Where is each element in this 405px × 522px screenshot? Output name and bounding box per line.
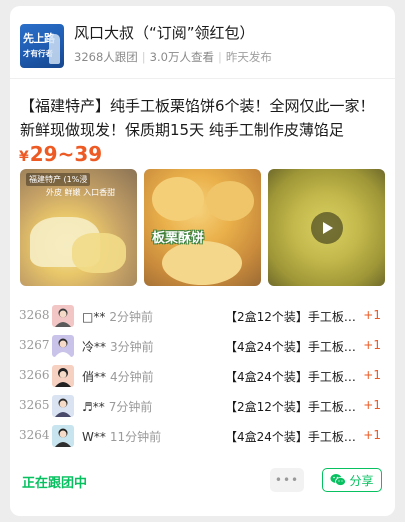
price-value: 29~39 <box>29 142 103 166</box>
order-number: 3266 <box>19 368 50 382</box>
share-button[interactable]: 分享 <box>322 468 382 492</box>
order-item: 【2盒12个装】手工板栗饼 <box>225 400 361 414</box>
product-image-1[interactable]: 福建特产 (1%浸 外皮 鲜嫩 入口香甜 <box>20 169 137 286</box>
author-avatar[interactable]: 先上路 才有行者 <box>20 24 64 68</box>
group-status: 正在跟团中 <box>22 476 88 491</box>
author-name[interactable]: 风口大叔（“订阅”领红包） <box>74 22 255 43</box>
buyer-avatar <box>52 425 74 447</box>
more-button[interactable]: ••• <box>270 468 304 492</box>
currency-symbol: ¥ <box>19 149 29 165</box>
order-row[interactable]: 3267 冷** 3分钟前 【4盒24个装】手工板栗饼 +1 <box>10 334 395 358</box>
order-item: 【4盒24个装】手工板栗饼 <box>225 430 361 444</box>
order-row[interactable]: 3264 W** 11分钟前 【4盒24个装】手工板栗饼 +1 <box>10 424 395 448</box>
buyer-name: □** 2分钟前 <box>82 310 153 324</box>
order-row[interactable]: 3265 ♬** 7分钟前 【2盒12个装】手工板栗饼 +1 <box>10 394 395 418</box>
order-number: 3268 <box>19 308 50 322</box>
buyer-avatar <box>52 365 74 387</box>
price-range: ¥29~39 <box>19 142 102 166</box>
published-time: 昨天发布 <box>225 50 272 64</box>
product-description[interactable]: 【福建特产】纯手工板栗馅饼6个装！全网仅此一家！新鲜现做现发！保质期15天 纯手… <box>20 94 385 142</box>
play-icon[interactable] <box>311 212 343 244</box>
header-divider <box>10 78 395 79</box>
more-icon: ••• <box>274 473 300 487</box>
order-number: 3267 <box>19 338 50 352</box>
wechat-icon <box>330 474 347 486</box>
buyer-avatar <box>52 335 74 357</box>
product-image-2[interactable]: 板栗酥饼 <box>144 169 261 286</box>
order-qty: +1 <box>363 338 381 352</box>
post-meta: 3268人跟团 | 3.0万人查看 | 昨天发布 <box>74 50 272 64</box>
order-qty: +1 <box>363 398 381 412</box>
pie-filling <box>72 233 126 273</box>
buyer-name: W** 11分钟前 <box>82 430 162 444</box>
order-number: 3265 <box>19 398 50 412</box>
post-header: 先上路 才有行者 风口大叔（“订阅”领红包） 3268人跟团 | 3.0万人查看 | 昨… <box>20 20 385 72</box>
order-qty: +1 <box>363 428 381 442</box>
buyer-avatar <box>52 395 74 417</box>
pastry-2 <box>206 181 254 221</box>
share-label: 分享 <box>349 473 374 488</box>
pastry-3 <box>162 241 242 285</box>
order-qty: +1 <box>363 368 381 382</box>
views-count: 3.0万人查看 <box>149 50 214 64</box>
followers-count: 3268人跟团 <box>74 50 138 64</box>
order-item: 【4盒24个装】手工板栗饼 <box>225 340 361 354</box>
order-row[interactable]: 3266 俏** 4分钟前 【4盒24个装】手工板栗饼 +1 <box>10 364 395 388</box>
order-item: 【4盒24个装】手工板栗饼 <box>225 370 361 384</box>
buyer-name: ♬** 7分钟前 <box>82 400 153 414</box>
image-subcaption: 外皮 鲜嫩 入口香甜 <box>46 188 116 197</box>
avatar-figure <box>49 34 60 64</box>
card-footer: 正在跟团中 ••• 分享 <box>10 464 395 500</box>
product-video[interactable] <box>268 169 385 286</box>
pastry-1 <box>152 177 204 221</box>
buyer-name: 冷** 3分钟前 <box>82 340 154 354</box>
buyer-name: 俏** 4分钟前 <box>82 370 154 384</box>
group-buy-card[interactable]: 先上路 才有行者 风口大叔（“订阅”领红包） 3268人跟团 | 3.0万人查看 | 昨… <box>10 6 395 516</box>
image-caption: 福建特产 (1%浸 <box>26 173 91 186</box>
image-label: 板栗酥饼 <box>152 231 205 246</box>
order-number: 3264 <box>19 428 50 442</box>
order-item: 【2盒12个装】手工板栗饼 <box>225 310 361 324</box>
order-qty: +1 <box>363 308 381 322</box>
buyer-avatar <box>52 305 74 327</box>
order-row[interactable]: 3268 □** 2分钟前 【2盒12个装】手工板栗饼 +1 <box>10 304 395 328</box>
